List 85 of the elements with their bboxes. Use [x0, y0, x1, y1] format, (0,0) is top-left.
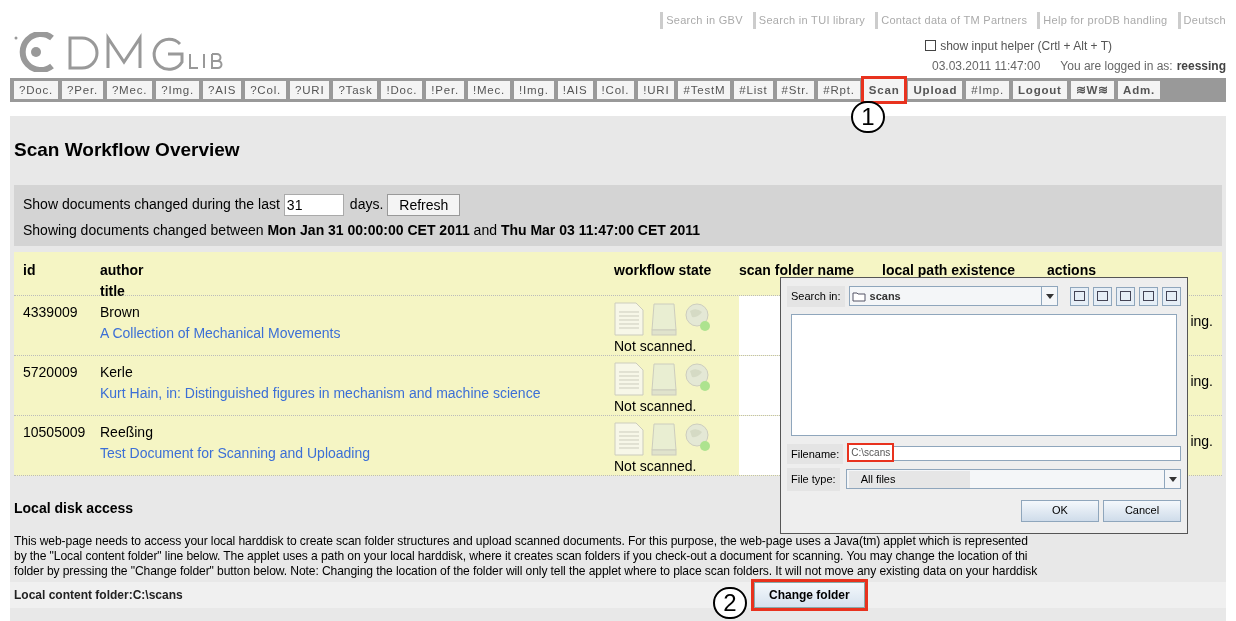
nav-button[interactable]: !Doc.	[381, 81, 423, 99]
column-header: scan folder name	[739, 261, 855, 278]
nav-button[interactable]: !AIS	[557, 81, 593, 99]
title-link[interactable]: Test Document for Scanning and Uploading	[100, 442, 371, 464]
table-cell-text: Reeßing	[100, 422, 153, 442]
nav-button[interactable]: Adm.	[1118, 81, 1160, 99]
file-type-label: File type:	[787, 468, 840, 491]
filename-field[interactable]: C:\scans	[849, 446, 1181, 462]
nav-button[interactable]: ?Img.	[156, 81, 199, 99]
folder-label: Local content folder:C:\scans	[14, 586, 184, 604]
days-field[interactable]: 31	[283, 193, 344, 216]
folder-dropdown[interactable]: scans	[848, 286, 1058, 307]
nav-button[interactable]: #Str.	[776, 81, 815, 99]
nav-button[interactable]: ≋W≋	[1070, 81, 1115, 99]
column-header: workflow state	[614, 261, 712, 278]
filename-label: Filename:	[787, 443, 844, 464]
cancel-button[interactable]: Cancel	[1103, 499, 1181, 522]
table-cell-text: Not scanned.	[614, 336, 697, 356]
table-cell-text: ing.	[1190, 371, 1213, 391]
ok-button[interactable]: OK	[1021, 499, 1099, 522]
folder-name: scans	[869, 289, 902, 304]
table-cell-text: ing.	[1190, 311, 1213, 331]
date-time: 03.03.2011 11:47:00	[932, 57, 1041, 75]
document-icon	[614, 421, 644, 456]
list-view-button[interactable]	[1162, 286, 1181, 306]
title-link[interactable]: A Collection of Mechanical Movements	[100, 322, 341, 344]
nav-button[interactable]: ?Col.	[245, 81, 286, 99]
table-cell-text: Not scanned.	[614, 396, 697, 416]
nav-button[interactable]: !Per.	[426, 81, 464, 99]
table-cell: 4339009	[23, 303, 78, 320]
nav-button[interactable]: #Imp.	[966, 81, 1009, 99]
nav-button[interactable]: ?Mec.	[106, 81, 153, 99]
column-header: local path existence	[882, 261, 1016, 278]
new-folder-button[interactable]	[1116, 286, 1135, 306]
table-cell-text: ing.	[1190, 431, 1213, 451]
refresh-button[interactable]: Refresh	[387, 193, 461, 216]
filter-label: Show documents changed during the last	[23, 195, 280, 214]
range-text: Showing documents changed between Mon Jan 31 00:00:00 CET 2011 and Thu Mar 03 11:47:00 CET 2011	[23, 220, 702, 240]
caret-icon	[1045, 293, 1054, 299]
grid-view-button[interactable]	[1139, 286, 1158, 306]
section-heading: Local disk access	[14, 498, 134, 518]
nav-button[interactable]: #List	[734, 81, 773, 99]
table-cell-text: Not scanned.	[614, 456, 697, 476]
nav-button[interactable]: ?Per.	[62, 81, 103, 99]
nav-button[interactable]: Scan	[863, 79, 905, 101]
column-header: author	[100, 260, 145, 280]
change-folder-button[interactable]: Change folder	[754, 581, 865, 608]
table-cell: 10505009	[23, 423, 86, 440]
search-in-label: Search in:	[787, 286, 845, 307]
login-label: You are logged in as:	[1060, 57, 1173, 75]
filter-label: days.	[349, 195, 384, 214]
nav-button[interactable]: Upload	[908, 81, 963, 99]
description-text: This web-page needs to access your local harddisk to create scan folder structures and upload scanned documents. For this purpose, the web-page uses a Java(tm) applet which is represented by the "Local content folder" line below. The applet uses a path on your local harddisk, where it creates scan folders if you check-out a document for scanning. You may change the location of thi folder by pressing the "Change folder" button below. Note: Changing the location of the folder will only tell the applet where to place scan folders. It will not move any existing data on your harddisk	[14, 533, 1039, 579]
scanner-icon	[650, 361, 678, 396]
table-cell-text: Kerle	[100, 362, 133, 382]
nav-button[interactable]: Logout	[1013, 81, 1067, 99]
up-folder-button[interactable]	[1070, 286, 1089, 306]
scanner-icon	[650, 301, 678, 336]
folder-icon	[851, 290, 866, 302]
nav-button[interactable]: !Col.	[596, 81, 635, 99]
nav-button[interactable]: ?Task	[333, 81, 378, 99]
page-title: Scan Workflow Overview	[14, 138, 240, 162]
column-header: actions	[1047, 261, 1096, 278]
nav-button[interactable]: !Img.	[514, 81, 554, 99]
title-link[interactable]: Kurt Hain, in: Distinguished figures in mechanism and machine science	[100, 382, 541, 404]
nav-button[interactable]: #TestM	[678, 81, 731, 99]
nav-button[interactable]: ?Doc.	[14, 81, 59, 99]
column-header: title	[100, 281, 126, 301]
nav-button[interactable]: #Rpt.	[818, 81, 860, 99]
file-type-dropdown[interactable]: All files	[845, 469, 1181, 490]
document-icon	[614, 361, 644, 396]
checkbox-label: show input helper (Crtl + Alt + T)	[940, 37, 1112, 55]
home-button[interactable]	[1093, 286, 1112, 306]
document-icon	[614, 301, 644, 336]
nav-button[interactable]: ?AIS	[203, 81, 242, 99]
file-type-value: All files	[848, 471, 970, 488]
table-cell-text: Brown	[100, 302, 140, 322]
column-header: id	[23, 261, 36, 278]
nav-button[interactable]: !Mec.	[467, 81, 511, 99]
nav-button[interactable]: ?URI	[290, 81, 330, 99]
table-cell: 5720009	[23, 363, 78, 380]
scanner-icon	[650, 421, 678, 456]
checkbox[interactable]	[925, 40, 937, 51]
username: reessing	[1176, 57, 1226, 75]
nav-button[interactable]: !URI	[638, 81, 675, 99]
